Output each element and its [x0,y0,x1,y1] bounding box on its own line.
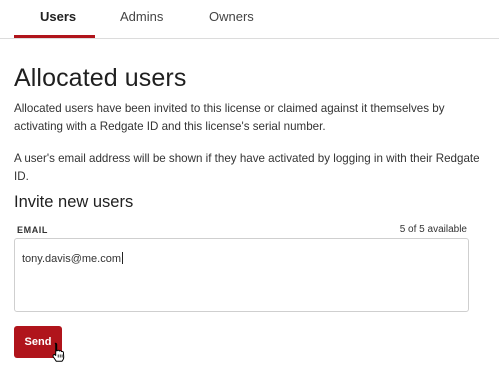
allocated-users-description: Allocated users have been invited to thi… [14,102,445,133]
email-value-text: tony.davis@me.com [22,253,121,265]
invite-section-title: Invite new users [14,193,134,211]
email-label: EMAIL [17,225,48,235]
tab-owners[interactable]: Owners [209,9,254,24]
text-caret [122,252,123,264]
tab-users[interactable]: Users [40,9,76,24]
tab-bar: Users Admins Owners [0,0,499,39]
active-tab-indicator [14,35,95,38]
email-value: tony.davis@me.com [22,252,123,265]
hand-pointer-icon [52,342,65,362]
availability-count: 5 of 5 available [399,224,467,235]
email-textarea[interactable]: tony.davis@me.com [14,238,469,312]
page-title: Allocated users [14,64,187,92]
tab-admins[interactable]: Admins [120,9,163,24]
email-visibility-note: A user's email address will be shown if … [14,152,480,183]
